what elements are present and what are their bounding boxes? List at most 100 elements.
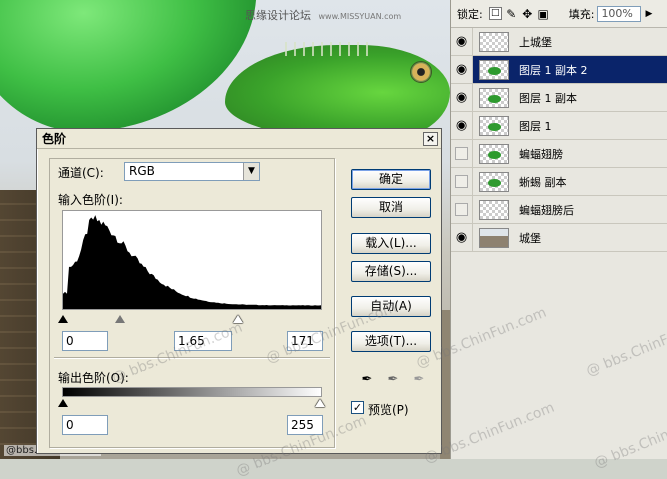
layer-name: 图层 1 副本 bbox=[519, 91, 577, 105]
visibility-toggle[interactable]: ◉ bbox=[451, 224, 473, 251]
lock-label: 锁定: bbox=[457, 7, 483, 21]
histogram-graph bbox=[63, 215, 321, 309]
layer-row[interactable]: ◉ 图层 1 副本 2 bbox=[451, 56, 667, 84]
layer-thumbnail bbox=[479, 171, 509, 192]
input-levels-label: 输入色阶(I): bbox=[58, 193, 123, 207]
layers-panel: 锁定: □ ✎ ✥ ▣ 填充: 100% ▶ ◉ 上城堡 ◉ 图层 1 副本 2 ◉ 图层… bbox=[450, 0, 667, 459]
thumbnail-content bbox=[488, 94, 501, 103]
thumbnail-content bbox=[488, 150, 501, 159]
watermark-cn: 思缘设计论坛 bbox=[245, 9, 311, 22]
output-levels-label: 输出色阶(O): bbox=[58, 371, 129, 385]
layer-thumbnail bbox=[479, 227, 509, 248]
site-watermark: 思缘设计论坛 www.MISSYUAN.com bbox=[245, 7, 401, 23]
group-divider bbox=[54, 357, 330, 358]
layer-name: 蝙蝠翅膀 bbox=[519, 147, 563, 161]
layer-name: 蝙蝠翅膀后 bbox=[519, 203, 574, 217]
layer-thumbnail bbox=[479, 31, 509, 52]
layer-row[interactable]: 蜥蜴 副本 bbox=[451, 168, 667, 196]
channel-label: 通道(C): bbox=[58, 166, 104, 180]
layer-thumbnail bbox=[479, 59, 509, 80]
visibility-toggle[interactable]: ◉ bbox=[451, 56, 473, 83]
lock-all-padlock-icon[interactable]: ▣ bbox=[537, 7, 550, 20]
visibility-toggle[interactable]: ◉ bbox=[451, 28, 473, 55]
histogram bbox=[62, 210, 322, 310]
white-point-handle[interactable] bbox=[233, 315, 243, 323]
layer-list: ◉ 上城堡 ◉ 图层 1 副本 2 ◉ 图层 1 副本 ◉ 图层 1 蝙蝠翅膀蜥蜴 副本蝙蝠翅膀… bbox=[451, 28, 667, 252]
output-black-handle[interactable] bbox=[58, 399, 68, 407]
layer-thumbnail bbox=[479, 143, 509, 164]
visibility-toggle[interactable]: ◉ bbox=[451, 112, 473, 139]
output-white-field[interactable]: 255 bbox=[287, 415, 323, 435]
save-button[interactable]: 存储(S)... bbox=[351, 261, 431, 282]
layer-thumbnail bbox=[479, 199, 509, 220]
channel-group: 通道(C): RGB ▼ 输入色阶(I): 0 1.65 171 输出色阶(O)… bbox=[49, 158, 335, 448]
gray-eyedropper-icon[interactable]: ✒ bbox=[385, 372, 401, 388]
black-eyedropper-icon[interactable]: ✒ bbox=[359, 372, 375, 388]
layer-name: 蜥蜴 副本 bbox=[519, 175, 567, 189]
eye-icon[interactable]: ◉ bbox=[456, 231, 467, 244]
output-white-handle[interactable] bbox=[315, 399, 325, 407]
auto-button[interactable]: 自动(A) bbox=[351, 296, 431, 317]
lizard-image bbox=[225, 45, 450, 140]
thumbnail-content bbox=[488, 178, 501, 187]
dialog-title: 色阶 bbox=[37, 129, 441, 149]
layer-row[interactable]: ◉ 上城堡 bbox=[451, 28, 667, 56]
eye-icon[interactable]: ◉ bbox=[456, 63, 467, 76]
layer-name: 城堡 bbox=[519, 231, 541, 245]
gamma-handle[interactable] bbox=[115, 315, 125, 323]
hidden-visibility-box[interactable] bbox=[455, 175, 468, 188]
layer-name: 图层 1 副本 2 bbox=[519, 63, 588, 77]
hidden-visibility-box[interactable] bbox=[455, 147, 468, 160]
lock-bar: 锁定: □ ✎ ✥ ▣ 填充: 100% ▶ bbox=[451, 0, 667, 28]
cancel-button[interactable]: 取消 bbox=[351, 197, 431, 218]
eye-icon[interactable]: ◉ bbox=[456, 119, 467, 132]
channel-select[interactable]: RGB ▼ bbox=[124, 162, 260, 181]
output-slider[interactable] bbox=[58, 396, 325, 408]
lizard-eye bbox=[410, 61, 432, 83]
input-black-field[interactable]: 0 bbox=[62, 331, 108, 351]
channel-value: RGB bbox=[129, 164, 155, 178]
visibility-toggle[interactable] bbox=[451, 196, 473, 223]
output-black-field[interactable]: 0 bbox=[62, 415, 108, 435]
layer-thumbnail bbox=[479, 87, 509, 108]
lizard-spikes bbox=[285, 42, 375, 56]
input-gamma-field[interactable]: 1.65 bbox=[174, 331, 232, 351]
visibility-toggle[interactable]: ◉ bbox=[451, 84, 473, 111]
fill-dropdown-arrow-icon[interactable]: ▶ bbox=[645, 9, 652, 19]
visibility-toggle[interactable] bbox=[451, 168, 473, 195]
preview-label: 预览(P) bbox=[368, 403, 409, 417]
watermark-url: www.MISSYUAN.com bbox=[318, 12, 402, 21]
load-button[interactable]: 载入(L)... bbox=[351, 233, 431, 254]
layer-name: 上城堡 bbox=[519, 35, 552, 49]
dragon-wing-image bbox=[0, 0, 266, 140]
preview-checkbox[interactable]: ✓ bbox=[351, 401, 364, 414]
lock-image-brush-icon[interactable]: ✎ bbox=[505, 7, 518, 20]
thumbnail-content bbox=[488, 122, 501, 131]
white-eyedropper-icon[interactable]: ✒ bbox=[411, 372, 427, 388]
lock-position-move-icon[interactable]: ✥ bbox=[521, 7, 534, 20]
layer-thumbnail bbox=[479, 115, 509, 136]
eye-icon[interactable]: ◉ bbox=[456, 91, 467, 104]
black-point-handle[interactable] bbox=[58, 315, 68, 323]
layer-row[interactable]: 蝙蝠翅膀后 bbox=[451, 196, 667, 224]
close-icon[interactable]: × bbox=[423, 132, 438, 146]
visibility-toggle[interactable] bbox=[451, 140, 473, 167]
layer-row[interactable]: ◉ 图层 1 副本 bbox=[451, 84, 667, 112]
layer-row[interactable]: 蝙蝠翅膀 bbox=[451, 140, 667, 168]
lock-transparent-icon[interactable]: □ bbox=[488, 7, 502, 20]
fill-input[interactable]: 100% bbox=[597, 5, 642, 22]
layer-row[interactable]: ◉ 图层 1 bbox=[451, 112, 667, 140]
hidden-visibility-box[interactable] bbox=[455, 203, 468, 216]
chevron-down-icon[interactable]: ▼ bbox=[243, 163, 259, 180]
layer-row[interactable]: ◉ 城堡 bbox=[451, 224, 667, 252]
eye-icon[interactable]: ◉ bbox=[456, 35, 467, 48]
options-button[interactable]: 选项(T)... bbox=[351, 331, 431, 352]
layer-name: 图层 1 bbox=[519, 119, 552, 133]
ok-button[interactable]: 确定 bbox=[351, 169, 431, 190]
fill-label: 填充: bbox=[568, 7, 595, 21]
levels-dialog: 色阶 × 通道(C): RGB ▼ 输入色阶(I): 0 1.65 171 输出… bbox=[36, 128, 442, 454]
input-slider[interactable] bbox=[58, 312, 322, 324]
histogram-area bbox=[63, 215, 321, 309]
input-white-field[interactable]: 171 bbox=[287, 331, 323, 351]
thumbnail-content bbox=[488, 66, 501, 75]
